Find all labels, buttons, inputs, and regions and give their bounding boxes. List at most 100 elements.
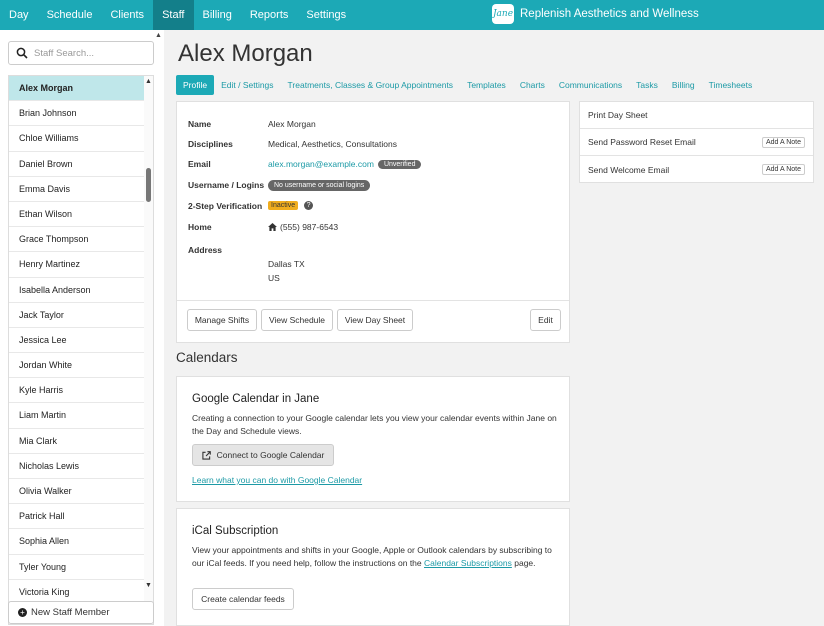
- staff-item[interactable]: Nicholas Lewis: [9, 454, 146, 479]
- send-password-reset-link[interactable]: Send Password Reset Email: [588, 137, 696, 147]
- ical-subscription-title: iCal Subscription: [192, 525, 279, 537]
- help-icon[interactable]: ?: [304, 201, 314, 210]
- staff-list-scrollbar[interactable]: ▲ ▼: [144, 76, 153, 624]
- ical-subscription-description: View your appointments and shifts in you…: [192, 544, 562, 570]
- email-link[interactable]: alex.morgan@example.com: [268, 159, 374, 169]
- tab-timesheets[interactable]: Timesheets: [702, 75, 760, 95]
- two-step-value-group: Inactive ?: [268, 201, 314, 210]
- staff-item[interactable]: Liam Martin: [9, 403, 146, 429]
- print-day-sheet-link[interactable]: Print Day Sheet: [588, 110, 648, 120]
- staff-item[interactable]: Tyler Young: [9, 555, 146, 580]
- tab-charts[interactable]: Charts: [513, 75, 552, 95]
- tab-treatments[interactable]: Treatments, Classes & Group Appointments: [281, 75, 461, 95]
- username-value-group: No username or social logins: [268, 180, 371, 191]
- home-value-group: (555) 987-6543: [268, 222, 338, 232]
- profile-tabs: Profile Edit / Settings Treatments, Clas…: [176, 75, 759, 95]
- nav-settings[interactable]: Settings: [297, 0, 355, 30]
- scrollbar-thumb[interactable]: [146, 168, 151, 202]
- calendars-heading: Calendars: [176, 350, 238, 365]
- external-link-icon: [201, 450, 211, 460]
- staff-item[interactable]: Kyle Harris: [9, 378, 146, 404]
- google-calendar-card: Google Calendar in Jane Creating a conne…: [176, 376, 570, 502]
- staff-search-input[interactable]: [34, 47, 144, 59]
- two-step-label: 2-Step Verification: [188, 201, 263, 211]
- print-day-sheet-row[interactable]: Print Day Sheet: [580, 102, 813, 129]
- staff-item[interactable]: Grace Thompson: [9, 227, 146, 253]
- username-label: Username / Logins: [188, 180, 265, 190]
- staff-item[interactable]: Patrick Hall: [9, 504, 146, 530]
- scroll-down-arrow-icon[interactable]: ▼: [145, 582, 152, 589]
- actions-card: Print Day Sheet Send Password Reset Emai…: [579, 101, 814, 183]
- staff-sidebar: ▲ Alex Morgan Brian Johnson Chloe Willia…: [0, 30, 164, 626]
- staff-item[interactable]: Mia Clark: [9, 429, 146, 454]
- view-schedule-button[interactable]: View Schedule: [261, 309, 333, 331]
- view-day-sheet-button[interactable]: View Day Sheet: [337, 309, 413, 331]
- plus-circle-icon: +: [18, 608, 27, 617]
- staff-item[interactable]: Sophia Allen: [9, 529, 146, 555]
- staff-item[interactable]: Daniel Brown: [9, 152, 146, 177]
- home-label: Home: [188, 222, 212, 232]
- staff-item[interactable]: Brian Johnson: [9, 101, 146, 127]
- staff-list[interactable]: Alex Morgan Brian Johnson Chloe Williams…: [8, 75, 154, 625]
- home-icon: [268, 223, 277, 231]
- search-icon: [16, 47, 28, 59]
- address-line-2: US: [268, 273, 280, 283]
- name-label: Name: [188, 119, 212, 129]
- add-note-button[interactable]: Add A Note: [761, 164, 805, 175]
- tab-templates[interactable]: Templates: [460, 75, 513, 95]
- page-title: Alex Morgan: [178, 40, 313, 67]
- tab-billing[interactable]: Billing: [665, 75, 702, 95]
- ical-subscription-card: iCal Subscription View your appointments…: [176, 508, 570, 626]
- connect-google-calendar-button[interactable]: Connect to Google Calendar: [192, 444, 334, 466]
- staff-search[interactable]: [8, 41, 154, 65]
- nav-reports[interactable]: Reports: [241, 0, 298, 30]
- manage-shifts-button[interactable]: Manage Shifts: [187, 309, 257, 331]
- create-calendar-feeds-button[interactable]: Create calendar feeds: [192, 588, 294, 610]
- tab-communications[interactable]: Communications: [552, 75, 629, 95]
- ical-description-end: page.: [511, 558, 536, 568]
- nav-schedule[interactable]: Schedule: [38, 0, 102, 30]
- disciplines-label: Disciplines: [188, 139, 233, 149]
- nav-day[interactable]: Day: [0, 0, 38, 30]
- new-staff-member-label: New Staff Member: [31, 607, 110, 618]
- home-phone: (555) 987-6543: [280, 222, 339, 232]
- staff-item-alex-morgan[interactable]: Alex Morgan: [9, 76, 146, 102]
- staff-item[interactable]: Henry Martinez: [9, 252, 146, 278]
- staff-item[interactable]: Jessica Lee: [9, 328, 146, 354]
- address-line-1: Dallas TX: [268, 259, 305, 269]
- send-welcome-email-link[interactable]: Send Welcome Email: [588, 165, 669, 175]
- connect-google-calendar-label: Connect to Google Calendar: [216, 450, 325, 460]
- email-value-group: alex.morgan@example.com Unverified: [268, 159, 422, 169]
- name-value: Alex Morgan: [268, 119, 316, 129]
- tab-profile[interactable]: Profile: [176, 75, 215, 95]
- add-note-button[interactable]: Add A Note: [761, 136, 805, 148]
- edit-button[interactable]: Edit: [530, 309, 561, 331]
- password-reset-row: Send Password Reset Email Add A Note: [580, 129, 813, 156]
- brand[interactable]: Jane Replenish Aesthetics and Wellness: [492, 4, 699, 24]
- staff-item[interactable]: Ethan Wilson: [9, 202, 146, 228]
- staff-item[interactable]: Chloe Williams: [9, 126, 146, 152]
- google-calendar-title: Google Calendar in Jane: [192, 393, 320, 405]
- google-calendar-description: Creating a connection to your Google cal…: [192, 413, 557, 436]
- staff-item[interactable]: Emma Davis: [9, 177, 146, 202]
- tab-tasks[interactable]: Tasks: [629, 75, 665, 95]
- profile-details-card: Name Alex Morgan Disciplines Medical, Ae…: [176, 101, 570, 343]
- learn-google-calendar-link[interactable]: Learn what you can do with Google Calend…: [192, 475, 362, 485]
- staff-item[interactable]: Jordan White: [9, 353, 146, 379]
- nav-billing[interactable]: Billing: [194, 0, 241, 30]
- staff-item[interactable]: Isabella Anderson: [9, 278, 146, 303]
- staff-item[interactable]: Jack Taylor: [9, 303, 146, 328]
- tab-edit-settings[interactable]: Edit / Settings: [214, 75, 280, 95]
- nav-staff[interactable]: Staff: [153, 0, 194, 30]
- scroll-up-arrow-icon[interactable]: ▲: [145, 78, 152, 85]
- nav-clients[interactable]: Clients: [101, 0, 153, 30]
- calendar-subscriptions-link[interactable]: Calendar Subscriptions: [424, 558, 512, 568]
- sidebar-scroll-up-icon[interactable]: ▲: [155, 32, 162, 39]
- email-label: Email: [188, 159, 211, 169]
- staff-item[interactable]: Olivia Walker: [9, 479, 146, 505]
- jane-logo: Jane: [492, 4, 514, 24]
- inactive-badge: Inactive: [268, 201, 299, 210]
- unverified-badge: Unverified: [377, 159, 422, 169]
- welcome-email-row: Send Welcome Email Add A Note: [580, 156, 813, 183]
- new-staff-member-button[interactable]: + New Staff Member: [8, 601, 154, 624]
